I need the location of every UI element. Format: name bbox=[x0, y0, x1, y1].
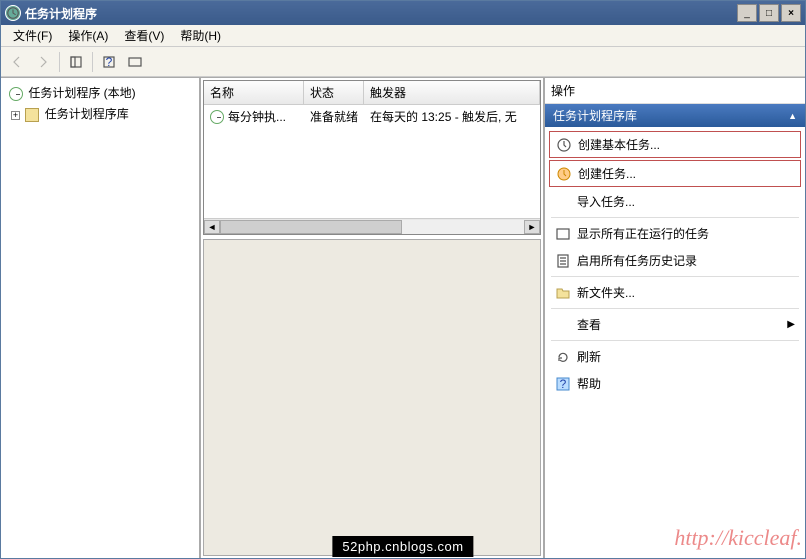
task-row[interactable]: 每分钟执... 准备就绪 在每天的 13:25 - 触发后, 无 bbox=[204, 105, 540, 128]
action-separator bbox=[551, 276, 799, 277]
actions-subheader-label: 任务计划程序库 bbox=[553, 107, 637, 124]
tree-root[interactable]: 任务计划程序 (本地) bbox=[5, 82, 195, 103]
folder-icon bbox=[555, 285, 571, 301]
body-area: 任务计划程序 (本地) + 任务计划程序库 名称 状态 触发器 每分钟执... bbox=[1, 77, 805, 558]
actions-pane: 操作 任务计划程序库 ▲ 创建基本任务... 创建任务... 导入任务... bbox=[545, 78, 805, 558]
watermark-bottom: 52php.cnblogs.com bbox=[332, 536, 473, 557]
action-label: 创建基本任务... bbox=[578, 136, 660, 153]
menu-help[interactable]: 帮助(H) bbox=[172, 25, 229, 46]
action-label: 启用所有任务历史记录 bbox=[577, 252, 697, 269]
toolbar-separator bbox=[59, 52, 60, 72]
horizontal-scrollbar[interactable]: ◄ ► bbox=[204, 218, 540, 234]
action-separator bbox=[551, 217, 799, 218]
detail-pane bbox=[203, 239, 541, 556]
folder-icon bbox=[25, 108, 39, 122]
refresh-action[interactable]: 刷新 bbox=[549, 344, 801, 369]
window: 任务计划程序 _ □ × 文件(F) 操作(A) 查看(V) 帮助(H) ? 任… bbox=[0, 0, 806, 559]
tree-library-label: 任务计划程序库 bbox=[45, 107, 129, 121]
clock-icon bbox=[210, 110, 224, 124]
tree-library[interactable]: + 任务计划程序库 bbox=[5, 103, 195, 124]
view-action[interactable]: 查看 ▶ bbox=[549, 312, 801, 337]
column-name[interactable]: 名称 bbox=[204, 81, 304, 104]
toolbar-properties-button[interactable] bbox=[123, 50, 147, 74]
center-pane: 名称 状态 触发器 每分钟执... 准备就绪 在每天的 13:25 - 触发后,… bbox=[201, 78, 545, 558]
submenu-arrow-icon: ▶ bbox=[787, 319, 795, 330]
window-controls: _ □ × bbox=[737, 4, 801, 22]
menu-file[interactable]: 文件(F) bbox=[5, 25, 60, 46]
action-label: 新文件夹... bbox=[577, 284, 635, 301]
window-title: 任务计划程序 bbox=[25, 5, 737, 22]
task-trigger-cell: 在每天的 13:25 - 触发后, 无 bbox=[364, 107, 540, 126]
blank-icon bbox=[555, 317, 571, 333]
svg-text:?: ? bbox=[560, 377, 567, 391]
action-label: 显示所有正在运行的任务 bbox=[577, 225, 709, 242]
task-name-label: 每分钟执... bbox=[228, 108, 286, 125]
new-folder-action[interactable]: 新文件夹... bbox=[549, 280, 801, 305]
task-status-cell: 准备就绪 bbox=[304, 107, 364, 126]
nav-forward-button[interactable] bbox=[31, 50, 55, 74]
history-icon bbox=[555, 253, 571, 269]
tree-expander-icon[interactable]: + bbox=[11, 111, 20, 120]
menu-action[interactable]: 操作(A) bbox=[60, 25, 116, 46]
toolbar: ? bbox=[1, 47, 805, 77]
tree-pane: 任务计划程序 (本地) + 任务计划程序库 bbox=[1, 78, 201, 558]
column-headers: 名称 状态 触发器 bbox=[204, 81, 540, 105]
actions-subheader[interactable]: 任务计划程序库 ▲ bbox=[545, 104, 805, 127]
toolbar-refresh-button[interactable] bbox=[64, 50, 88, 74]
enable-history-action[interactable]: 启用所有任务历史记录 bbox=[549, 248, 801, 273]
scroll-right-button[interactable]: ► bbox=[524, 220, 540, 234]
titlebar: 任务计划程序 _ □ × bbox=[1, 1, 805, 25]
menu-view[interactable]: 查看(V) bbox=[116, 25, 172, 46]
action-label: 刷新 bbox=[577, 348, 601, 365]
column-status[interactable]: 状态 bbox=[304, 81, 364, 104]
action-separator bbox=[551, 308, 799, 309]
collapse-icon: ▲ bbox=[788, 111, 797, 121]
column-trigger[interactable]: 触发器 bbox=[364, 81, 540, 104]
action-label: 帮助 bbox=[577, 375, 601, 392]
import-task-action[interactable]: 导入任务... bbox=[549, 189, 801, 214]
minimize-button[interactable]: _ bbox=[737, 4, 757, 22]
action-label: 创建任务... bbox=[578, 165, 636, 182]
scroll-left-button[interactable]: ◄ bbox=[204, 220, 220, 234]
watermark-right: http://kiccleaf. bbox=[674, 525, 802, 551]
clock-icon bbox=[9, 87, 23, 101]
scroll-track[interactable] bbox=[220, 220, 524, 234]
svg-text:?: ? bbox=[106, 55, 113, 69]
task-icon bbox=[556, 166, 572, 182]
menubar: 文件(F) 操作(A) 查看(V) 帮助(H) bbox=[1, 25, 805, 47]
action-separator bbox=[551, 340, 799, 341]
show-running-action[interactable]: 显示所有正在运行的任务 bbox=[549, 221, 801, 246]
tree-root-label: 任务计划程序 (本地) bbox=[28, 86, 135, 100]
action-list: 创建基本任务... 创建任务... 导入任务... 显示所有正在运行的任务 bbox=[545, 127, 805, 400]
wizard-icon bbox=[556, 137, 572, 153]
task-list: 名称 状态 触发器 每分钟执... 准备就绪 在每天的 13:25 - 触发后,… bbox=[203, 80, 541, 235]
nav-back-button[interactable] bbox=[5, 50, 29, 74]
action-label: 导入任务... bbox=[577, 193, 635, 210]
action-label: 查看 bbox=[577, 316, 601, 333]
actions-title: 操作 bbox=[545, 78, 805, 104]
task-name-cell: 每分钟执... bbox=[204, 107, 304, 126]
help-icon: ? bbox=[555, 376, 571, 392]
create-task-action[interactable]: 创建任务... bbox=[549, 160, 801, 187]
toolbar-separator bbox=[92, 52, 93, 72]
running-icon bbox=[555, 226, 571, 242]
help-action[interactable]: ? 帮助 bbox=[549, 371, 801, 396]
refresh-icon bbox=[555, 349, 571, 365]
close-button[interactable]: × bbox=[781, 4, 801, 22]
create-basic-task-action[interactable]: 创建基本任务... bbox=[549, 131, 801, 158]
scroll-thumb[interactable] bbox=[220, 220, 402, 234]
import-icon bbox=[555, 194, 571, 210]
app-icon bbox=[5, 5, 21, 21]
maximize-button[interactable]: □ bbox=[759, 4, 779, 22]
toolbar-help-button[interactable]: ? bbox=[97, 50, 121, 74]
